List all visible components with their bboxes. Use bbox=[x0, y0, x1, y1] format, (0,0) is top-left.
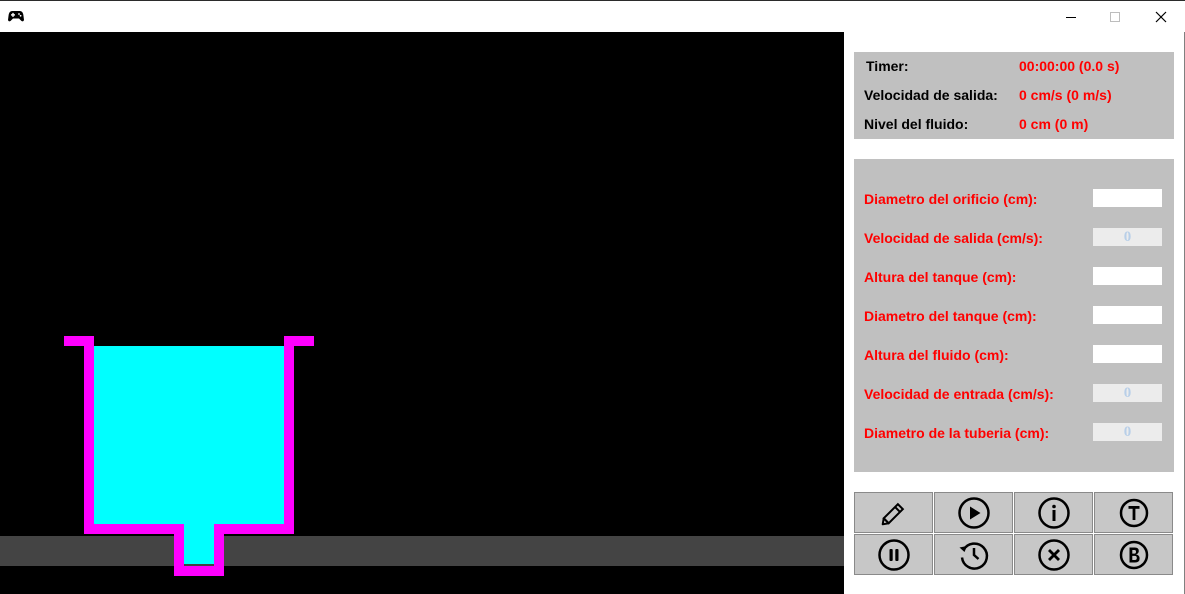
cancel-button[interactable] bbox=[1014, 534, 1093, 575]
tank-wall-right bbox=[284, 336, 294, 530]
outlet-bottom bbox=[174, 566, 224, 576]
fluid-body bbox=[94, 346, 284, 524]
orifice-diameter-input[interactable] bbox=[1093, 189, 1162, 207]
reset-button[interactable] bbox=[934, 534, 1013, 575]
title-bar bbox=[0, 0, 1185, 32]
param-label-orifice-diameter: Diametro del orificio (cm): bbox=[864, 191, 1038, 207]
fluid-outlet bbox=[184, 524, 214, 564]
level-label: Nivel del fluido: bbox=[864, 116, 969, 132]
pause-icon bbox=[877, 538, 910, 571]
tank-diameter-input[interactable] bbox=[1093, 306, 1162, 324]
timer-value: 00:00:00 (0.0 s) bbox=[1019, 58, 1120, 74]
param-label-tank-diameter: Diametro del tanque (cm): bbox=[864, 308, 1037, 324]
level-value: 0 cm (0 m) bbox=[1019, 116, 1089, 132]
tank-bottom-right bbox=[214, 524, 294, 534]
close-icon bbox=[1155, 11, 1167, 22]
exit-velocity-input bbox=[1093, 228, 1162, 246]
maximize-button[interactable] bbox=[1092, 1, 1138, 32]
tank-bottom-left bbox=[84, 524, 184, 534]
close-circle-icon bbox=[1037, 538, 1070, 571]
minimize-button[interactable] bbox=[1048, 1, 1094, 32]
status-box: Timer: 00:00:00 (0.0 s) Velocidad de sal… bbox=[854, 52, 1174, 139]
param-label-inlet-velocity: Velocidad de entrada (cm/s): bbox=[864, 386, 1054, 402]
param-label-exit-velocity: Velocidad de salida (cm/s): bbox=[864, 230, 1043, 246]
maximize-icon bbox=[1110, 11, 1120, 22]
toolbar-grid bbox=[854, 492, 1174, 576]
speed-label: Velocidad de salida: bbox=[864, 87, 998, 103]
pencil-icon bbox=[881, 502, 904, 525]
close-button[interactable] bbox=[1138, 1, 1184, 32]
param-label-pipe-diameter: Diametro de la tuberia (cm): bbox=[864, 425, 1050, 441]
pause-button[interactable] bbox=[854, 534, 933, 575]
pipe-diameter-input bbox=[1093, 423, 1162, 441]
history-icon bbox=[959, 541, 988, 570]
play-button[interactable] bbox=[934, 492, 1013, 533]
speed-value: 0 cm/s (0 m/s) bbox=[1019, 87, 1112, 103]
timer-row: Timer: 00:00:00 (0.0 s) bbox=[854, 58, 1174, 78]
fluid-height-input[interactable] bbox=[1093, 345, 1162, 363]
param-label-fluid-height: Altura del fluido (cm): bbox=[864, 347, 1009, 363]
timer-label: Timer: bbox=[866, 58, 909, 74]
b-circle-icon bbox=[1119, 540, 1148, 569]
gamepad-icon bbox=[8, 11, 24, 22]
t-circle-icon bbox=[1119, 498, 1148, 527]
tank-height-input[interactable] bbox=[1093, 267, 1162, 285]
inlet-velocity-input bbox=[1093, 384, 1162, 402]
minimize-icon bbox=[1066, 16, 1076, 18]
parameters-box: Diametro del orificio (cm): Velocidad de… bbox=[854, 159, 1174, 472]
level-row: Nivel del fluido: 0 cm (0 m) bbox=[854, 116, 1174, 136]
edit-button[interactable] bbox=[854, 492, 933, 533]
info-button[interactable] bbox=[1014, 492, 1093, 533]
t-button[interactable] bbox=[1094, 492, 1173, 533]
info-icon bbox=[1037, 496, 1070, 529]
simulation-canvas bbox=[0, 32, 844, 594]
speed-row: Velocidad de salida: 0 cm/s (0 m/s) bbox=[854, 87, 1174, 107]
b-button[interactable] bbox=[1094, 534, 1173, 575]
tank-drawing bbox=[64, 336, 314, 576]
play-icon bbox=[957, 496, 990, 529]
tank-wall-left bbox=[84, 336, 94, 530]
param-label-tank-height: Altura del tanque (cm): bbox=[864, 269, 1017, 285]
control-panel: Timer: 00:00:00 (0.0 s) Velocidad de sal… bbox=[844, 32, 1185, 594]
